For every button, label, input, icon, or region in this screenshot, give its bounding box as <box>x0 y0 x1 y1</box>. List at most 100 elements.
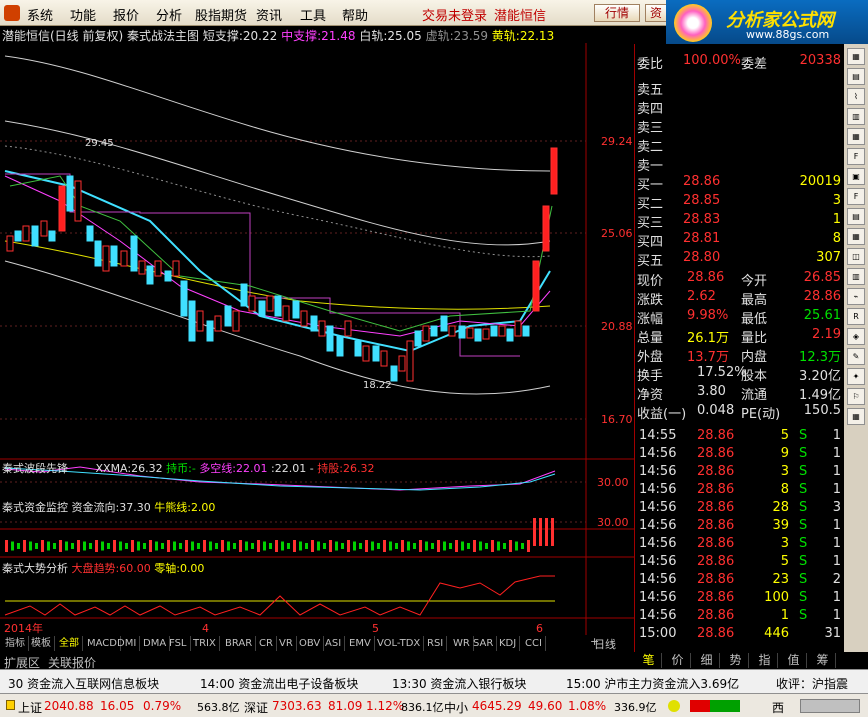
stat-label: 净资 <box>637 388 664 403</box>
buy-row[interactable]: 买三 28.83 1 <box>635 211 845 231</box>
news-item[interactable]: 30 资金流入互联网信息板块 <box>8 675 159 692</box>
sme-index-label[interactable]: 中小 <box>444 699 468 716</box>
news-item[interactable]: 14:00 资金流出电子设备板块 <box>200 675 358 692</box>
sell-row[interactable]: 卖二 <box>635 135 845 155</box>
buy-row[interactable]: 买二 28.85 3 <box>635 192 845 212</box>
nav-plus-button[interactable]: + <box>590 635 599 648</box>
sell-row[interactable]: 卖一 <box>635 154 845 174</box>
tab-9[interactable]: CR <box>256 636 277 651</box>
stat-label: 内盘 <box>741 350 768 365</box>
tab-15[interactable]: RSI <box>424 636 448 651</box>
tab-4[interactable]: DMI <box>114 636 141 651</box>
quote-tab-6[interactable]: 筹 <box>810 653 836 668</box>
west-label[interactable]: 西 <box>772 699 784 716</box>
flow-bar <box>83 541 86 551</box>
trade-status[interactable]: 交易未登录 <box>422 5 487 24</box>
candle <box>48 230 56 242</box>
sell-label: 卖三 <box>637 121 664 136</box>
tool-icon[interactable]: ✎ <box>847 348 865 365</box>
sz-index-label[interactable]: 深证 <box>244 699 268 716</box>
news-item[interactable]: 15:00 沪市主力资金流入3.69亿 <box>566 675 739 692</box>
sell-row[interactable]: 卖三 <box>635 116 845 136</box>
tab-7[interactable]: TRIX <box>190 636 220 651</box>
candle <box>232 310 240 332</box>
news-item[interactable]: 收评：沪指震 <box>776 675 848 692</box>
tool-icon[interactable]: ▦ <box>847 228 865 245</box>
tool-icon[interactable]: ▣ <box>847 168 865 185</box>
candle <box>188 300 196 342</box>
tick-volume: 28 <box>772 500 789 515</box>
buy-row[interactable]: 买五 28.80 307 <box>635 249 845 269</box>
menu-help[interactable]: 帮助 <box>342 5 368 24</box>
menu-quote[interactable]: 报价 <box>113 5 139 24</box>
tab-6[interactable]: FSL <box>166 636 191 651</box>
quote-tab-4[interactable]: 指 <box>752 653 778 668</box>
sh-index-label[interactable]: 上证 <box>18 699 42 716</box>
tab-0[interactable]: 指标 <box>2 636 29 651</box>
news-item[interactable]: 13:30 资金流入银行板块 <box>392 675 526 692</box>
menu-function[interactable]: 功能 <box>70 5 96 24</box>
tab-13[interactable]: EMV <box>346 636 375 651</box>
tool-icon[interactable]: ▦ <box>847 408 865 425</box>
sz-index-amount: 836.1亿 <box>401 701 444 714</box>
tool-icon[interactable]: ▦ <box>847 128 865 145</box>
tick-time: 14:56 <box>639 482 677 497</box>
flow-bar <box>293 540 296 552</box>
tool-icon[interactable]: ▤ <box>847 68 865 85</box>
quote-button[interactable]: 行情 <box>594 4 640 22</box>
tick-price: 28.86 <box>697 626 735 641</box>
candle <box>474 328 482 342</box>
buy-row[interactable]: 买四 28.81 8 <box>635 230 845 250</box>
tool-icon[interactable]: ⌇ <box>847 88 865 105</box>
status-controls[interactable] <box>800 699 860 713</box>
tool-icon[interactable]: ▥ <box>847 268 865 285</box>
weibi-label: 委比 <box>637 57 664 72</box>
tool-icon[interactable]: ▦ <box>847 48 865 65</box>
sz-index-pct: 1.12% <box>366 699 405 713</box>
tool-icon[interactable]: ⚐ <box>847 388 865 405</box>
tab-8[interactable]: BRAR <box>222 636 257 651</box>
tab-18[interactable]: KDJ <box>496 636 521 651</box>
tool-icon[interactable]: ▥ <box>847 108 865 125</box>
candle <box>6 235 14 252</box>
tab-2[interactable]: 全部 <box>56 636 83 651</box>
tool-icon[interactable]: F <box>847 188 865 205</box>
news-ticker: 30 资金流入互联网信息板块 14:00 资金流出电子设备板块 13:30 资金流入… <box>0 669 868 693</box>
tool-icon[interactable]: ◈ <box>847 328 865 345</box>
quote-tab-5[interactable]: 值 <box>781 653 807 668</box>
quote-tab-3[interactable]: 势 <box>723 653 749 668</box>
tab-19[interactable]: CCI <box>522 636 546 651</box>
tool-icon[interactable]: ⌁ <box>847 288 865 305</box>
info-button[interactable]: 资 <box>645 4 667 22</box>
nav-minus-button[interactable]: - <box>610 635 614 648</box>
tab-10[interactable]: VR <box>276 636 297 651</box>
tab-11[interactable]: OBV <box>296 636 325 651</box>
ma-cyan-line <box>4 170 551 353</box>
quote-tab-1[interactable]: 价 <box>665 653 691 668</box>
menu-system[interactable]: 系统 <box>27 5 53 24</box>
buy-row[interactable]: 买一 28.86 20019 <box>635 173 845 193</box>
tick-row: 14:56 28.86 3 S 1 <box>635 535 845 553</box>
menu-analysis[interactable]: 分析 <box>156 5 182 24</box>
menu-tools[interactable]: 工具 <box>300 5 326 24</box>
chart-svg[interactable]: 29.24 25.06 20.88 16.70 30.00 30.00 29.4… <box>0 26 634 636</box>
tool-icon[interactable]: R <box>847 308 865 325</box>
flow-bar <box>143 543 146 549</box>
tool-icon[interactable]: F <box>847 148 865 165</box>
tick-time: 14:56 <box>639 464 677 479</box>
quote-tab-2[interactable]: 细 <box>694 653 720 668</box>
sell-row[interactable]: 卖五 <box>635 78 845 98</box>
sell-row[interactable]: 卖四 <box>635 97 845 117</box>
tab-1[interactable]: 模板 <box>28 636 55 651</box>
menu-news[interactable]: 资讯 <box>256 5 282 24</box>
menu-futures[interactable]: 股指期货 <box>195 5 247 24</box>
tab-14[interactable]: VOL-TDX <box>374 636 425 651</box>
tab-17[interactable]: SAR <box>470 636 498 651</box>
tool-icon[interactable]: ▤ <box>847 208 865 225</box>
flow-bar <box>281 541 284 551</box>
tool-icon[interactable]: ◫ <box>847 248 865 265</box>
tab-12[interactable]: ASI <box>322 636 346 651</box>
quote-tab-0[interactable]: 笔 <box>636 653 662 668</box>
flow-bar <box>65 541 68 551</box>
tool-icon[interactable]: ✦ <box>847 368 865 385</box>
